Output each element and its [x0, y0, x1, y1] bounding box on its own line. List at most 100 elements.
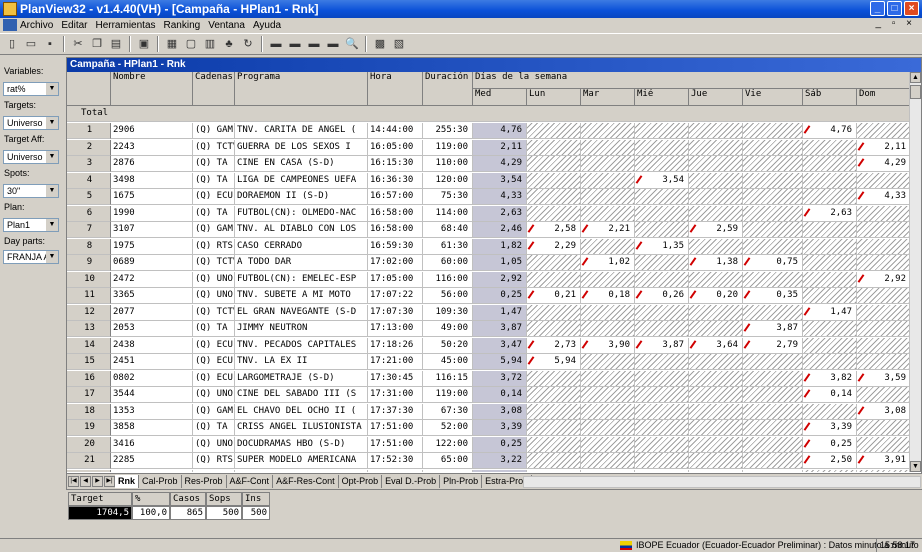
cell-hora[interactable]: 17:18:26: [368, 337, 423, 354]
cell-cad[interactable]: (Q) RTS: [193, 238, 235, 255]
cell-hora[interactable]: 17:57:36: [368, 469, 423, 472]
cell-med[interactable]: 4,76: [473, 123, 527, 139]
header-cadenas[interactable]: Cadenas: [193, 72, 235, 106]
cell-n[interactable]: 17: [67, 387, 111, 403]
cell-day[interactable]: 1,38: [689, 255, 743, 271]
cell-day[interactable]: [689, 453, 743, 469]
cell-n[interactable]: 9: [67, 255, 111, 271]
cell-nombre[interactable]: 2053: [111, 321, 193, 337]
cell-day[interactable]: [527, 403, 581, 420]
cell-med[interactable]: 3,22: [473, 453, 527, 469]
scroll-down-icon[interactable]: ▼: [910, 461, 921, 472]
cell-nombre[interactable]: 2438: [111, 337, 193, 354]
cell-dur[interactable]: 116:15: [423, 370, 473, 387]
cell-cad[interactable]: (Q) TA: [193, 156, 235, 172]
cell-hora[interactable]: 17:21:00: [368, 354, 423, 370]
cell-cad[interactable]: (Q) RTS: [193, 453, 235, 469]
cell-day[interactable]: [689, 354, 743, 370]
cell-day[interactable]: [527, 304, 581, 321]
cell-day[interactable]: [527, 156, 581, 172]
cell-n[interactable]: 15: [67, 354, 111, 370]
cell-nombre[interactable]: 2243: [111, 139, 193, 156]
cell-n[interactable]: 8: [67, 238, 111, 255]
cell-nombre[interactable]: 3498: [111, 172, 193, 189]
cell-day[interactable]: 3,90: [581, 337, 635, 354]
cell-day[interactable]: [581, 139, 635, 156]
cell-day[interactable]: 2,58: [635, 469, 689, 472]
cell-day[interactable]: [581, 370, 635, 387]
cell-day[interactable]: [527, 436, 581, 453]
cell-nombre[interactable]: 3858: [111, 420, 193, 436]
cell-day[interactable]: [803, 354, 857, 370]
cell-day[interactable]: [689, 436, 743, 453]
summary-pct-value[interactable]: 100,0: [132, 506, 170, 520]
cell-nombre[interactable]: 1814: [111, 469, 193, 472]
cell-day[interactable]: 1,02: [581, 255, 635, 271]
cell-day[interactable]: [635, 271, 689, 288]
cell-day[interactable]: [527, 189, 581, 205]
spots-combo[interactable]: 30" ▼: [3, 184, 59, 198]
cell-prog[interactable]: FUTBOL(CN): EMELEC-ESP: [235, 271, 368, 288]
header-duracion[interactable]: Duración: [423, 72, 473, 106]
cell-dur[interactable]: 119:00: [423, 139, 473, 156]
sheet-tab[interactable]: Pln-Prob: [440, 475, 483, 488]
cell-dur[interactable]: 120:36: [423, 469, 473, 472]
cell-prog[interactable]: EL CHAVO DEL OCHO II (: [235, 403, 368, 420]
header-day[interactable]: Mié: [635, 89, 689, 106]
paste-icon[interactable]: ▤: [108, 36, 124, 52]
cell-n[interactable]: 10: [67, 271, 111, 288]
cell-day[interactable]: [581, 403, 635, 420]
cell-day[interactable]: [743, 156, 803, 172]
cell-day[interactable]: [857, 436, 911, 453]
cell-hora[interactable]: 16:57:00: [368, 189, 423, 205]
cell-med[interactable]: 3,39: [473, 420, 527, 436]
chart-icon[interactable]: ▥: [202, 36, 218, 52]
network-icon[interactable]: ♣: [221, 36, 237, 52]
cell-day[interactable]: [857, 321, 911, 337]
cell-med[interactable]: 0,25: [473, 288, 527, 304]
cell-day[interactable]: [803, 238, 857, 255]
cell-hora[interactable]: 16:05:00: [368, 139, 423, 156]
cell-n[interactable]: 5: [67, 189, 111, 205]
cell-nombre[interactable]: 1675: [111, 189, 193, 205]
cell-day[interactable]: 2,58: [527, 222, 581, 238]
cell-prog[interactable]: GUERRA DE LOS SEXOS I: [235, 139, 368, 156]
dropdown-arrow-icon[interactable]: ▼: [46, 219, 58, 231]
cell-day[interactable]: [635, 436, 689, 453]
cell-day[interactable]: [857, 387, 911, 403]
cell-day[interactable]: 3,39: [803, 420, 857, 436]
cell-day[interactable]: [857, 304, 911, 321]
cell-day[interactable]: [689, 205, 743, 222]
dropdown-arrow-icon[interactable]: ▼: [46, 117, 58, 129]
cell-n[interactable]: 13: [67, 321, 111, 337]
cell-prog[interactable]: CINE EN CASA (S-D): [235, 156, 368, 172]
plan-combo[interactable]: Plan1 ▼: [3, 218, 59, 232]
cell-day[interactable]: [803, 222, 857, 238]
cell-day[interactable]: [803, 321, 857, 337]
cell-med[interactable]: 3,08: [473, 403, 527, 420]
cell-day[interactable]: 3,87: [743, 321, 803, 337]
cell-med[interactable]: 0,14: [473, 387, 527, 403]
cell-hora[interactable]: 17:31:00: [368, 387, 423, 403]
cell-day[interactable]: 3,91: [857, 453, 911, 469]
menu-editar[interactable]: Editar: [61, 20, 87, 31]
cell-cad[interactable]: (Q) ECU: [193, 370, 235, 387]
copy-icon[interactable]: ❐: [89, 36, 105, 52]
cell-day[interactable]: [743, 436, 803, 453]
new-file-icon[interactable]: ▯: [4, 36, 20, 52]
mdi-icon[interactable]: [3, 19, 17, 31]
cell-n[interactable]: 12: [67, 304, 111, 321]
cell-day[interactable]: 2,21: [581, 222, 635, 238]
cell-day[interactable]: [527, 271, 581, 288]
cell-day[interactable]: [527, 453, 581, 469]
cell-hora[interactable]: 17:51:00: [368, 436, 423, 453]
vertical-scrollbar[interactable]: ▲ ▼: [909, 72, 921, 472]
cell-cad[interactable]: (Q) TA: [193, 321, 235, 337]
cell-prog[interactable]: CINE DEL SABADO III (S: [235, 387, 368, 403]
cell-n[interactable]: 2: [67, 139, 111, 156]
cell-n[interactable]: 18: [67, 403, 111, 420]
menu-archivo[interactable]: Archivo: [20, 20, 53, 31]
cell-n[interactable]: 21: [67, 453, 111, 469]
cell-prog[interactable]: DOCUDRAMAS HBO (S-D): [235, 436, 368, 453]
cell-day[interactable]: [689, 271, 743, 288]
